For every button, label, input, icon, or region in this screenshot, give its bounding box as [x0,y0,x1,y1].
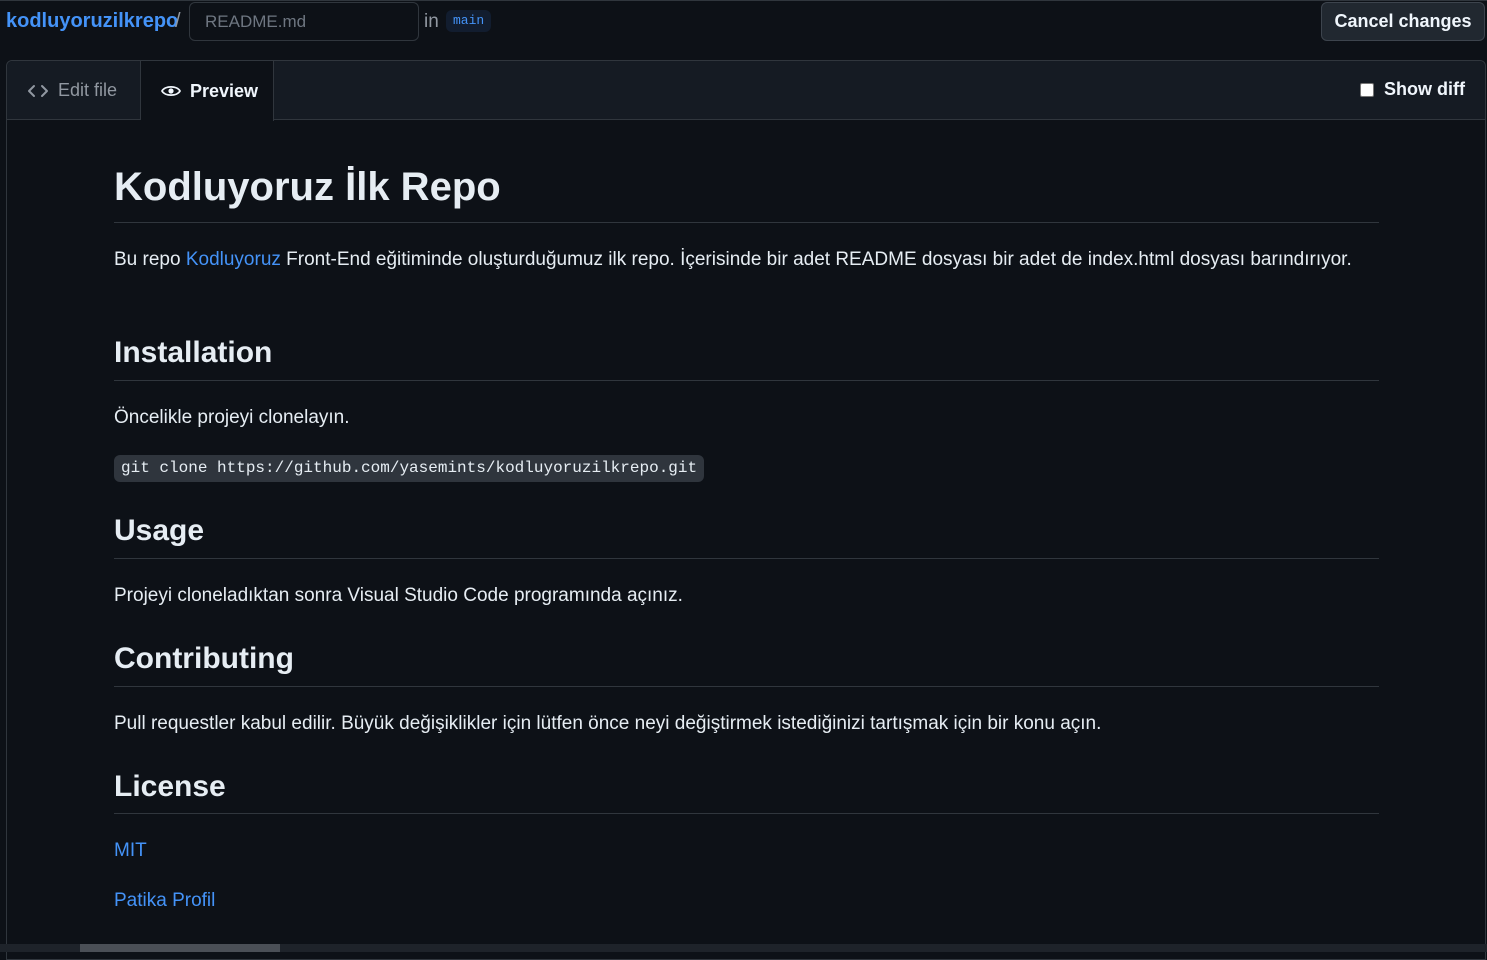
filename-input[interactable] [189,2,419,41]
intro-suffix: Front-End eğitiminde oluşturduğumuz ilk … [280,249,1352,270]
show-diff-checkbox[interactable] [1360,82,1375,97]
contributing-text: Pull requestler kabul edilir. Büyük deği… [114,713,1102,734]
readme-title: Kodluyoruz İlk Repo [114,161,1379,223]
scrollbar-thumb[interactable] [80,944,280,952]
usage-heading: Usage [114,511,1379,559]
in-label: in [424,11,439,32]
path-separator: / [175,10,181,32]
mit-license-link[interactable]: MIT [114,840,147,861]
eye-icon [161,83,181,99]
tab-preview[interactable]: Preview [141,61,274,121]
contributing-heading: Contributing [114,639,1379,687]
editor-panel: Edit file Preview Show diff Kodluyoruz İ… [6,60,1486,960]
usage-text: Projeyi cloneladıktan sonra Visual Studi… [114,585,683,606]
tab-edit-file[interactable]: Edit file [7,61,141,120]
code-icon [27,83,49,99]
repo-link[interactable]: kodluyoruzilkrepo [6,10,178,33]
top-bar: kodluyoruzilkrepo / in main Cancel chang… [0,0,1487,44]
tab-preview-label: Preview [190,80,259,101]
installation-code-block: git clone https://github.com/yasemints/k… [114,455,1379,482]
profile-paragraph: Patika Profil [114,886,1379,916]
installation-heading: Installation [114,333,1379,381]
branch-badge: main [446,10,492,32]
cancel-changes-button[interactable]: Cancel changes [1321,2,1485,41]
intro-prefix: Bu repo [114,249,186,270]
license-heading: License [114,767,1379,814]
editor-tabs: Edit file Preview Show diff [7,61,1485,121]
show-diff-toggle[interactable]: Show diff [1360,79,1465,100]
patika-profile-link[interactable]: Patika Profil [114,890,215,911]
show-diff-label: Show diff [1384,79,1465,99]
license-paragraph: MIT [114,836,1379,866]
installation-text: Öncelikle projeyi clonelayın. [114,407,350,428]
horizontal-scrollbar[interactable] [0,944,1487,952]
git-clone-command: git clone https://github.com/yasemints/k… [114,455,705,482]
tab-edit-file-label: Edit file [58,80,118,100]
intro-paragraph: Bu repo Kodluyoruz Front-End eğitiminde … [114,245,1379,275]
kodluyoruz-link[interactable]: Kodluyoruz [186,249,281,270]
